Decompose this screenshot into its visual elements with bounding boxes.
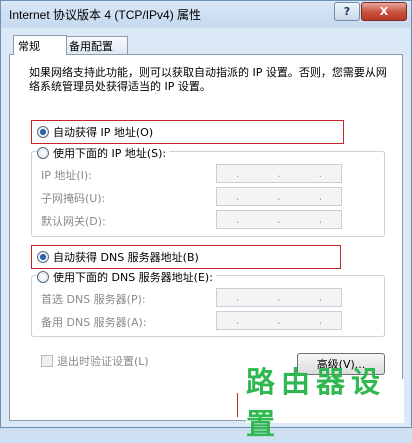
partial-button-outline <box>237 393 246 417</box>
alternate-dns-label: 备用 DNS 服务器(A): <box>41 316 147 329</box>
ip-dot: . <box>235 291 240 304</box>
ip-dot: . <box>318 190 323 203</box>
ip-address-input[interactable]: . . . <box>216 164 342 183</box>
description-text: 如果网络支持此功能，则可以获取自动指派的 IP 设置。否则，您需要从网络系统管理… <box>29 66 387 93</box>
radio-auto-dns-label: 自动获得 DNS 服务器地址(B) <box>53 251 199 264</box>
ip-dot: . <box>318 291 323 304</box>
preferred-dns-label: 首选 DNS 服务器(P): <box>41 293 146 306</box>
dialog-window: Internet 协议版本 4 (TCP/IPv4) 属性 ? X 常规 备用配… <box>0 0 412 441</box>
ip-dot: . <box>318 314 323 327</box>
radio-unchecked-icon <box>37 271 49 283</box>
tab-alternate-config[interactable]: 备用配置 <box>64 36 128 55</box>
help-button[interactable]: ? <box>334 2 360 21</box>
close-icon: X <box>379 5 389 18</box>
ip-dot: . <box>277 291 281 304</box>
subnet-mask-label: 子网掩码(U): <box>41 192 106 205</box>
help-icon: ? <box>343 5 351 18</box>
tab-general-label: 常规 <box>18 39 40 53</box>
radio-auto-ip-label: 自动获得 IP 地址(O) <box>53 126 154 139</box>
close-button[interactable]: X <box>361 2 407 21</box>
watermark-text: 路由器设置 <box>246 365 387 441</box>
radio-unchecked-icon <box>37 147 49 159</box>
ip-dot: . <box>318 167 323 180</box>
ip-dot: . <box>318 213 323 226</box>
tab-general[interactable]: 常规 <box>13 35 67 55</box>
preferred-dns-input[interactable]: . . . <box>216 288 342 307</box>
radio-manual-dns[interactable]: 使用下面的 DNS 服务器地址(E): <box>37 269 216 285</box>
ip-dot: . <box>277 314 281 327</box>
ip-address-label: IP 地址(I): <box>41 169 92 182</box>
radio-checked-icon <box>37 251 49 263</box>
radio-manual-dns-label: 使用下面的 DNS 服务器地址(E): <box>53 271 213 284</box>
tab-alternate-label: 备用配置 <box>69 40 113 53</box>
ip-dot: . <box>277 190 281 203</box>
ip-dot: . <box>235 314 240 327</box>
ip-dot: . <box>235 167 240 180</box>
checkbox-icon <box>41 355 53 367</box>
radio-auto-ip[interactable]: 自动获得 IP 地址(O) <box>37 124 154 140</box>
alternate-dns-input[interactable]: . . . <box>216 311 342 330</box>
ip-dot: . <box>277 213 281 226</box>
window-title: Internet 协议版本 4 (TCP/IPv4) 属性 <box>9 8 202 22</box>
subnet-mask-input[interactable]: . . . <box>216 187 342 206</box>
radio-auto-dns[interactable]: 自动获得 DNS 服务器地址(B) <box>37 249 199 265</box>
ip-dot: . <box>235 213 240 226</box>
watermark: 路由器设置 <box>246 365 404 441</box>
title-bar[interactable]: Internet 协议版本 4 (TCP/IPv4) 属性 ? X <box>1 1 411 26</box>
ip-dot: . <box>235 190 240 203</box>
default-gateway-label: 默认网关(D): <box>41 215 106 228</box>
radio-checked-icon <box>37 126 49 138</box>
default-gateway-input[interactable]: . . . <box>216 210 342 229</box>
radio-manual-ip-label: 使用下面的 IP 地址(S): <box>53 147 167 160</box>
validate-on-exit-checkbox[interactable]: 退出时验证设置(L) <box>41 353 149 369</box>
validate-on-exit-label: 退出时验证设置(L) <box>57 355 149 368</box>
radio-manual-ip[interactable]: 使用下面的 IP 地址(S): <box>37 145 170 161</box>
ip-dot: . <box>277 167 281 180</box>
